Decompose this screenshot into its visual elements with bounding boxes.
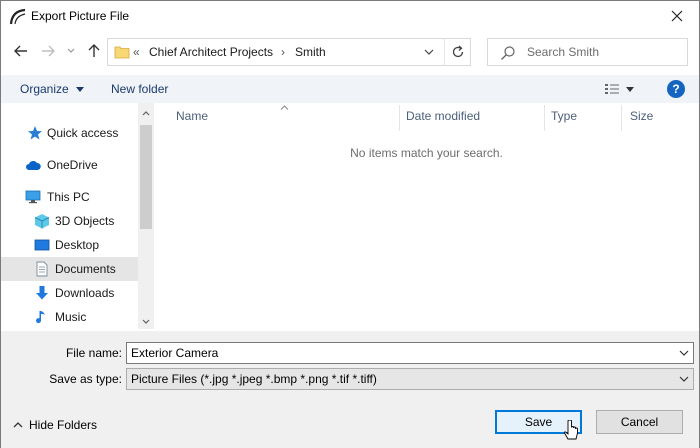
column-header-size[interactable]: Size — [630, 109, 653, 123]
arrow-up-icon — [88, 44, 100, 57]
hide-folders-toggle[interactable]: Hide Folders — [13, 418, 97, 432]
computer-icon — [25, 190, 41, 204]
back-button[interactable] — [10, 39, 32, 63]
caret-down-icon — [626, 86, 634, 92]
search-input[interactable]: Search Smith — [487, 38, 688, 66]
nav-item-music[interactable]: Music — [1, 305, 138, 329]
column-header-date-modified[interactable]: Date modified — [406, 109, 480, 123]
chevron-down-icon — [679, 350, 689, 356]
up-button[interactable] — [83, 39, 105, 63]
mouse-pointer-icon — [564, 420, 578, 440]
nav-item-downloads[interactable]: Downloads — [1, 281, 138, 305]
save-as-type-value: Picture Files (*.jpg *.jpeg *.bmp *.png … — [131, 372, 377, 386]
details-view-icon — [605, 84, 619, 94]
chevron-down-icon — [679, 376, 689, 382]
column-divider[interactable] — [544, 105, 545, 131]
nav-item-onedrive[interactable]: OneDrive — [1, 153, 138, 177]
export-picture-dialog: Export Picture File « Chief Architect Pr… — [0, 0, 700, 448]
save-options-panel: File name: Exterior Camera Save as type:… — [1, 331, 699, 448]
breadcrumb-separator[interactable]: › — [281, 45, 285, 59]
navigation-scrollbar[interactable] — [138, 103, 154, 329]
close-button[interactable] — [655, 1, 699, 31]
nav-label: Documents — [55, 262, 116, 276]
nav-item-this-pc[interactable]: This PC — [1, 185, 138, 209]
file-name-field[interactable]: Exterior Camera — [126, 342, 694, 364]
forward-button[interactable] — [37, 39, 59, 63]
search-icon — [501, 46, 515, 60]
empty-list-message: No items match your search. — [350, 146, 503, 160]
command-toolbar: Organize New folder ? — [1, 75, 699, 103]
scrollbar-thumb[interactable] — [140, 125, 152, 229]
file-name-label: File name: — [65, 346, 122, 360]
file-list-pane: Name Date modified Type Size No items ma… — [154, 103, 699, 329]
star-icon — [28, 126, 42, 140]
file-name-dropdown-button[interactable] — [677, 345, 691, 361]
navigation-pane: Quick access OneDrive This PC 3D Objects — [1, 103, 154, 329]
organize-label: Organize — [20, 82, 69, 96]
nav-item-quick-access[interactable]: Quick access — [1, 121, 138, 145]
save-as-type-label: Save as type: — [49, 372, 122, 386]
save-as-type-select[interactable]: Picture Files (*.jpg *.jpeg *.bmp *.png … — [126, 368, 694, 390]
nav-item-documents[interactable]: Documents — [1, 257, 138, 281]
chevron-up-icon — [13, 422, 23, 428]
cube-icon — [34, 214, 50, 229]
hide-folders-label: Hide Folders — [29, 418, 98, 432]
sort-ascending-icon — [280, 105, 289, 110]
column-divider[interactable] — [399, 105, 400, 131]
nav-label: Music — [55, 310, 87, 324]
search-placeholder: Search Smith — [527, 45, 600, 59]
nav-label: 3D Objects — [55, 214, 115, 228]
nav-label: OneDrive — [47, 158, 98, 172]
organize-menu[interactable]: Organize — [20, 82, 85, 96]
music-note-icon — [36, 311, 45, 324]
address-dropdown-button[interactable] — [418, 39, 440, 65]
column-header-name[interactable]: Name — [176, 109, 208, 123]
address-bar[interactable]: « Chief Architect Projects › Smith — [107, 38, 471, 66]
scroll-down-button[interactable] — [138, 313, 154, 329]
chevron-up-icon — [142, 110, 150, 115]
save-as-type-dropdown-button[interactable] — [677, 371, 691, 387]
file-name-value: Exterior Camera — [131, 346, 219, 360]
title-bar[interactable]: Export Picture File — [1, 1, 699, 32]
chevron-down-icon — [142, 319, 150, 324]
nav-item-3d-objects[interactable]: 3D Objects — [1, 209, 138, 233]
breadcrumb-smith[interactable]: Smith — [295, 45, 326, 59]
close-icon — [671, 10, 683, 22]
help-button[interactable]: ? — [667, 80, 685, 98]
refresh-button[interactable] — [444, 39, 471, 65]
desktop-icon — [34, 239, 50, 251]
nav-label: This PC — [47, 190, 90, 204]
nav-label: Desktop — [55, 238, 100, 252]
breadcrumb-overflow[interactable]: « — [133, 45, 140, 59]
cloud-icon — [26, 160, 41, 170]
scroll-up-button[interactable] — [138, 105, 154, 121]
change-view-button[interactable] — [604, 79, 644, 99]
cancel-button[interactable]: Cancel — [596, 410, 683, 434]
nav-label: Quick access — [47, 126, 119, 140]
recent-locations-button[interactable] — [63, 39, 79, 63]
chief-architect-logo-icon — [9, 8, 26, 25]
nav-item-desktop[interactable]: Desktop — [1, 233, 138, 257]
arrow-right-icon — [42, 45, 55, 57]
arrow-left-icon — [14, 45, 27, 57]
window-title: Export Picture File — [31, 9, 130, 23]
nav-label: Downloads — [55, 286, 115, 300]
document-icon — [36, 261, 48, 277]
column-header-type[interactable]: Type — [551, 109, 577, 123]
column-divider[interactable] — [621, 105, 622, 131]
caret-down-icon — [76, 87, 85, 93]
refresh-icon — [452, 45, 464, 58]
chevron-down-icon — [67, 48, 75, 53]
new-folder-button[interactable]: New folder — [111, 82, 168, 96]
folder-icon — [114, 46, 130, 59]
breadcrumb-chief-architect-projects[interactable]: Chief Architect Projects — [149, 45, 273, 59]
download-arrow-icon — [36, 286, 48, 300]
chevron-down-icon — [424, 49, 434, 55]
